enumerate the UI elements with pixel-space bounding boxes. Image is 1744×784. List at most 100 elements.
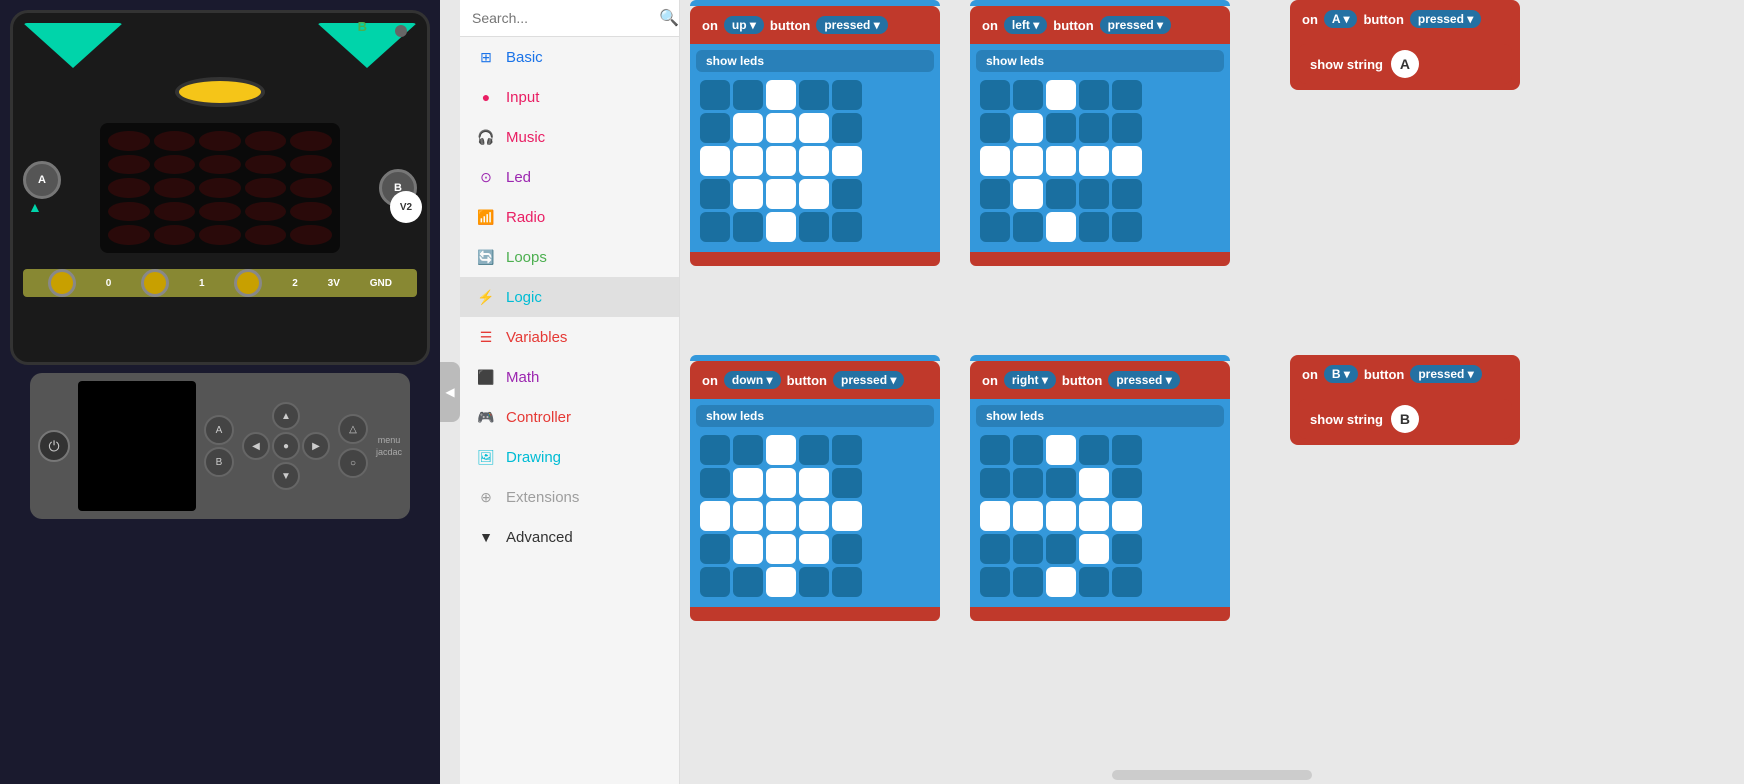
dpad-center[interactable]: ● xyxy=(272,432,300,460)
up-dropdown[interactable]: up ▾ xyxy=(724,16,764,34)
pressed-b-dropdown[interactable]: pressed ▾ xyxy=(1410,365,1481,383)
led-icon: ⊙ xyxy=(476,167,496,187)
pressed-down-dropdown[interactable]: pressed ▾ xyxy=(833,371,904,389)
on-up-header[interactable]: on up ▾ button pressed ▾ xyxy=(690,6,940,44)
search-input[interactable] xyxy=(472,10,653,26)
dpad-down[interactable]: ▼ xyxy=(272,462,300,490)
button-label: button xyxy=(770,18,810,33)
sidebar-item-variables[interactable]: ☰ Variables xyxy=(460,317,679,357)
extensions-icon: ⊕ xyxy=(476,487,496,507)
down-dropdown[interactable]: down ▾ xyxy=(724,371,781,389)
loops-icon: 🔄 xyxy=(476,247,496,267)
sidebar-item-radio[interactable]: 📶 Radio xyxy=(460,197,679,237)
on-left-header[interactable]: on left ▾ button pressed ▾ xyxy=(970,6,1230,44)
sidebar-item-advanced[interactable]: ▼ Advanced xyxy=(460,517,679,557)
button-a[interactable]: A xyxy=(23,161,61,199)
sidebar-item-controller[interactable]: 🎮 Controller xyxy=(460,397,679,437)
loops-label: Loops xyxy=(506,249,547,266)
pin-0-label: 0 xyxy=(106,278,112,289)
on-a-header[interactable]: on A ▾ button pressed ▾ xyxy=(1290,0,1520,38)
show-string-b[interactable]: show string B xyxy=(1298,399,1512,439)
extensions-label: Extensions xyxy=(506,489,579,506)
show-string-a[interactable]: show string A xyxy=(1298,44,1512,84)
dpad-up[interactable]: ▲ xyxy=(272,402,300,430)
on-right-header[interactable]: on right ▾ button pressed ▾ xyxy=(970,361,1230,399)
search-icon: 🔍 xyxy=(659,8,679,28)
variables-label: Variables xyxy=(506,329,567,346)
canvas-area[interactable]: on up ▾ button pressed ▾ show leds xyxy=(680,0,1744,784)
on-label-down: on xyxy=(702,373,718,388)
right-block-body: show leds xyxy=(970,399,1230,607)
b-dropdown[interactable]: B ▾ xyxy=(1324,365,1358,383)
advanced-chevron-icon: ▼ xyxy=(476,527,496,547)
basic-label: Basic xyxy=(506,49,543,66)
pin-2 xyxy=(234,269,262,297)
logic-label: Logic xyxy=(506,289,542,306)
right-dropdown[interactable]: right ▾ xyxy=(1004,371,1056,389)
sidebar-item-input[interactable]: ● Input xyxy=(460,77,679,117)
show-leds-label-left: show leds xyxy=(976,50,1224,72)
pin-2-label: 2 xyxy=(292,278,298,289)
led-matrix-down[interactable] xyxy=(696,431,934,601)
sidebar-item-basic[interactable]: ⊞ Basic xyxy=(460,37,679,77)
btn-b-ctrl[interactable]: B xyxy=(204,447,234,477)
microbit-usb-connector xyxy=(175,77,265,107)
a-block-body: show string A xyxy=(1290,38,1520,90)
on-label-b: on xyxy=(1302,367,1318,382)
led-matrix-right[interactable] xyxy=(976,431,1224,601)
block-group-b: on B ▾ button pressed ▾ show string B xyxy=(1290,355,1520,445)
string-value-b[interactable]: B xyxy=(1391,405,1419,433)
dpad: ▲ ◀ ● ▶ ▼ xyxy=(242,402,330,490)
drawing-icon: 🖼 xyxy=(476,447,496,467)
pressed-right-dropdown[interactable]: pressed ▾ xyxy=(1108,371,1179,389)
button-label-b: button xyxy=(1364,367,1404,382)
block-group-down: on down ▾ button pressed ▾ show leds xyxy=(690,355,940,621)
pin-3v-label: 3V xyxy=(328,278,340,289)
sidebar-item-logic[interactable]: ⚡ Logic xyxy=(460,277,679,317)
sidebar-item-drawing[interactable]: 🖼 Drawing xyxy=(460,437,679,477)
v2-badge: V2 xyxy=(390,191,422,223)
on-label: on xyxy=(702,18,718,33)
btn-circle[interactable]: ○ xyxy=(338,448,368,478)
on-label-right: on xyxy=(982,373,998,388)
btn-triangle[interactable]: △ xyxy=(338,414,368,444)
on-label-a: on xyxy=(1302,12,1318,27)
sidebar-item-extensions[interactable]: ⊕ Extensions xyxy=(460,477,679,517)
string-value-a[interactable]: A xyxy=(1391,50,1419,78)
on-down-header[interactable]: on down ▾ button pressed ▾ xyxy=(690,361,940,399)
menu-label: menu xyxy=(376,435,402,445)
pressed-dropdown[interactable]: pressed ▾ xyxy=(816,16,887,34)
controller-icon: 🎮 xyxy=(476,407,496,427)
sidebar-item-music[interactable]: 🎧 Music xyxy=(460,117,679,157)
pin-row: 0 1 2 3V GND xyxy=(23,269,417,297)
led-display xyxy=(100,123,340,253)
show-leds-label-right: show leds xyxy=(976,405,1224,427)
sidebar-item-led[interactable]: ⊙ Led xyxy=(460,157,679,197)
horizontal-scrollbar[interactable] xyxy=(1112,770,1312,780)
left-dropdown[interactable]: left ▾ xyxy=(1004,16,1047,34)
power-button[interactable]: ⏻ xyxy=(38,430,70,462)
block-group-left: on left ▾ button pressed ▾ show leds xyxy=(970,0,1230,266)
pressed-left-dropdown[interactable]: pressed ▾ xyxy=(1100,16,1171,34)
down-block-body: show leds xyxy=(690,399,940,607)
dpad-right[interactable]: ▶ xyxy=(302,432,330,460)
on-b-header[interactable]: on B ▾ button pressed ▾ xyxy=(1290,355,1520,393)
basic-icon: ⊞ xyxy=(476,47,496,67)
input-label: Input xyxy=(506,89,539,106)
dpad-left[interactable]: ◀ xyxy=(242,432,270,460)
input-icon: ● xyxy=(476,87,496,107)
collapse-button[interactable]: ◀ xyxy=(440,362,460,422)
led-label: Led xyxy=(506,169,531,186)
music-icon: 🎧 xyxy=(476,127,496,147)
simulator-panel: B A ▲ B V2 xyxy=(0,0,440,784)
show-string-label-b: show string xyxy=(1310,412,1383,427)
led-matrix-left[interactable] xyxy=(976,76,1224,246)
button-label-right: button xyxy=(1062,373,1102,388)
btn-a-ctrl[interactable]: A xyxy=(204,415,234,445)
pressed-a-dropdown[interactable]: pressed ▾ xyxy=(1410,10,1481,28)
a-dropdown[interactable]: A ▾ xyxy=(1324,10,1358,28)
sidebar-item-loops[interactable]: 🔄 Loops xyxy=(460,237,679,277)
led-matrix-up[interactable] xyxy=(696,76,934,246)
microbit-device: B A ▲ B V2 xyxy=(10,10,430,365)
sidebar-item-math[interactable]: ⬛ Math xyxy=(460,357,679,397)
